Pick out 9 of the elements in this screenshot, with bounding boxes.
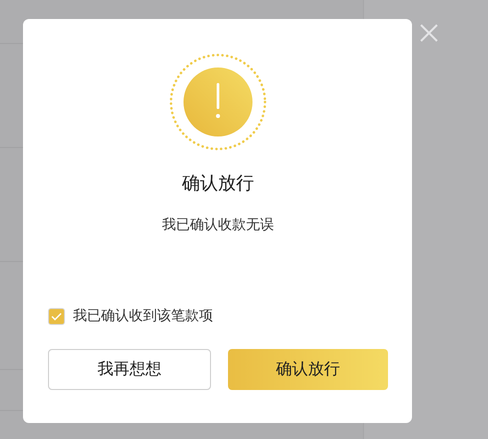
checkbox[interactable] <box>48 308 65 324</box>
close-icon[interactable] <box>419 23 439 43</box>
check-icon <box>51 312 62 320</box>
checkbox-label: 我已确认收到该笔款项 <box>73 307 213 325</box>
dialog-message: 我已确认收款无误 <box>162 216 274 234</box>
warning-icon <box>169 53 267 151</box>
confirm-button[interactable]: 确认放行 <box>228 349 388 390</box>
cancel-button[interactable]: 我再想想 <box>48 349 210 390</box>
dialog-title: 确认放行 <box>182 172 254 195</box>
